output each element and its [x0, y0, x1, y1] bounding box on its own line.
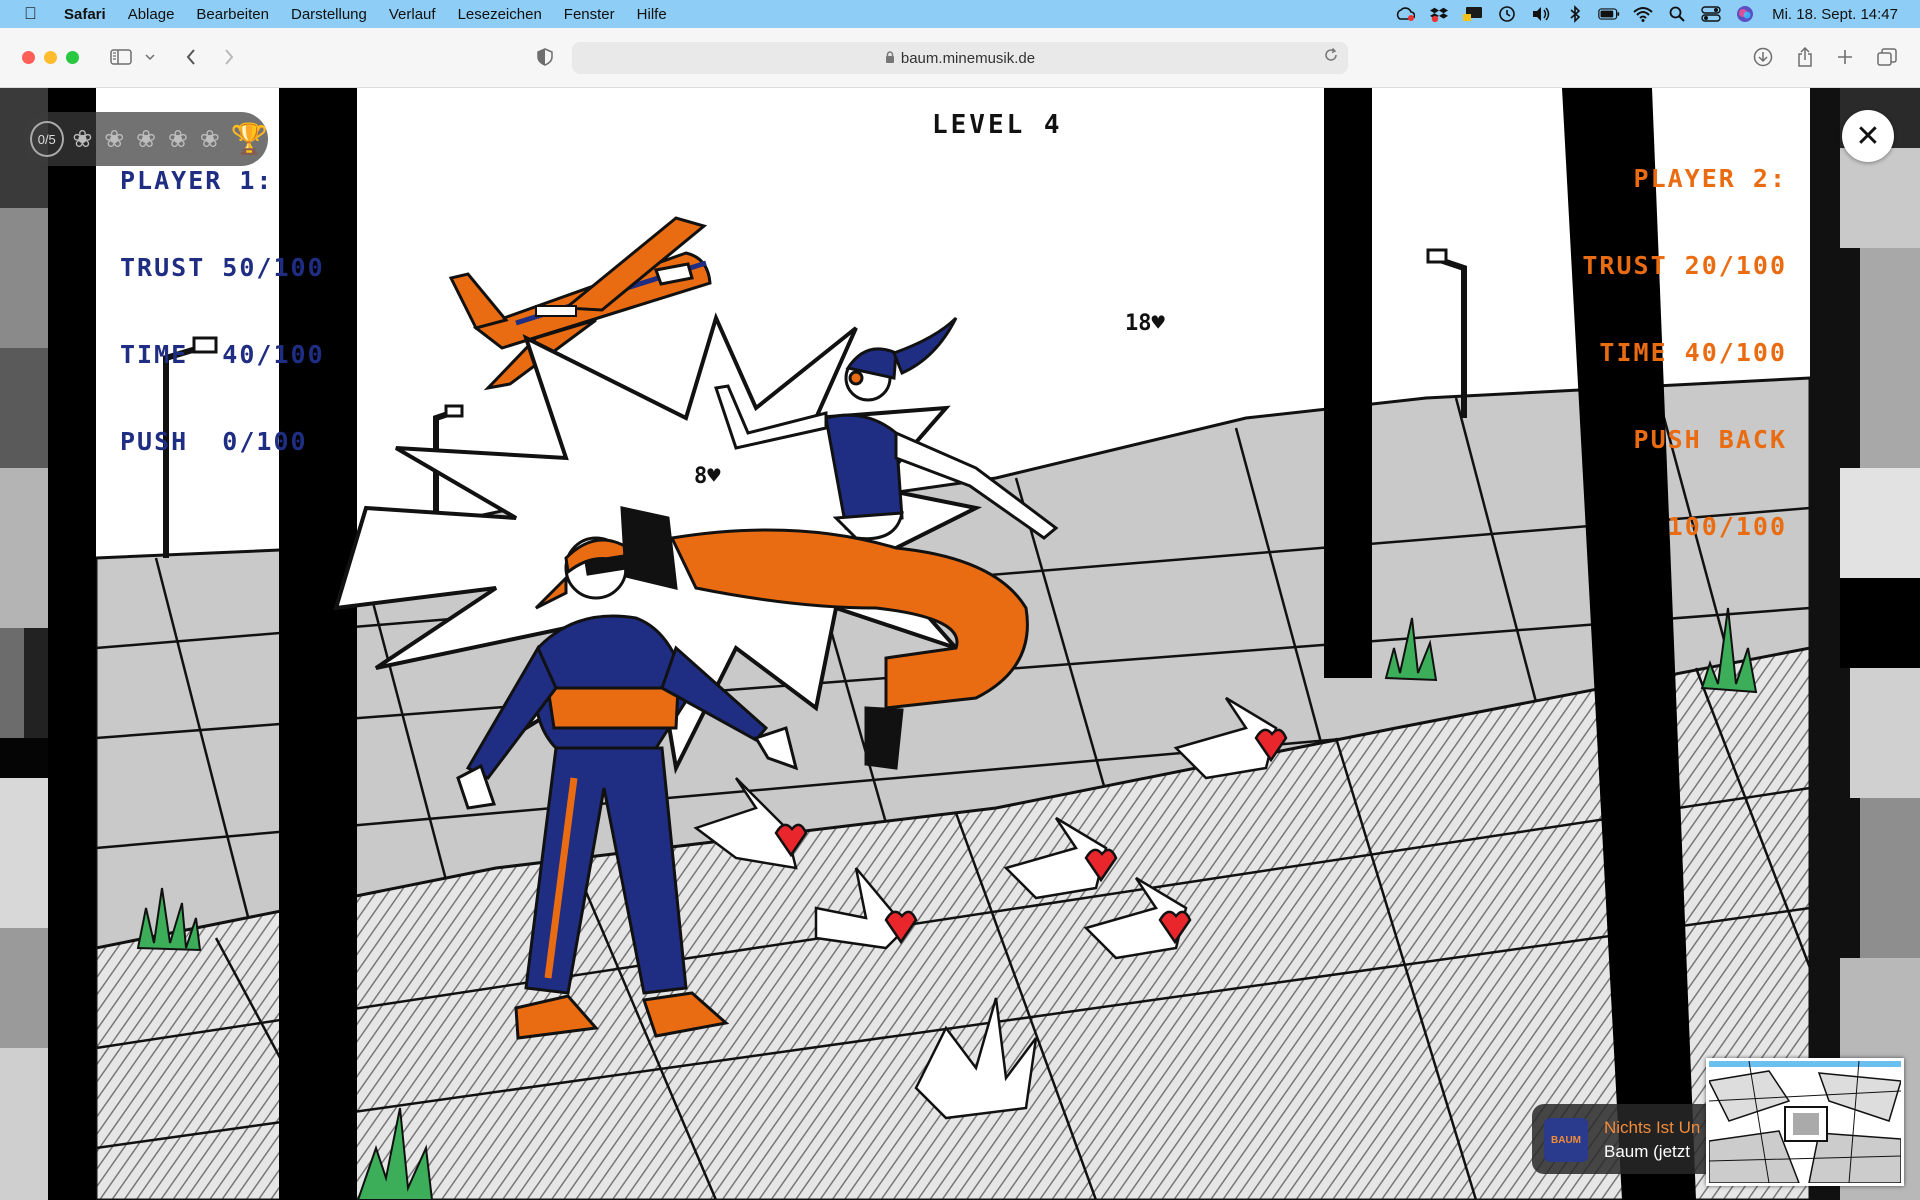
player1-time: TIME 40/100 — [120, 340, 325, 369]
menu-bar:  Safari Ablage Bearbeiten Darstellung V… — [0, 0, 1920, 28]
reload-icon[interactable] — [1324, 47, 1338, 67]
menu-hilfe[interactable]: Hilfe — [637, 6, 667, 23]
feather-icon: ❀ — [136, 125, 157, 153]
feather-icon: ❀ — [72, 125, 93, 153]
now-playing-widget[interactable]: BAUM Nichts Ist Un Baum (jetzt — [1532, 1104, 1722, 1174]
web-content: PLAYER 1: TRUST 50/100 TIME 40/100 PUSH … — [0, 88, 1920, 1200]
close-icon: ✕ — [1855, 119, 1881, 153]
bluetooth-icon[interactable] — [1564, 5, 1586, 23]
menu-fenster[interactable]: Fenster — [564, 6, 615, 23]
feather-icon: ❀ — [167, 125, 188, 153]
pixelated-background-left — [0, 88, 96, 1200]
downloads-icon[interactable] — [1748, 42, 1778, 72]
lock-icon — [885, 50, 895, 66]
pillar — [1324, 88, 1372, 678]
feather-icon: ❀ — [104, 125, 125, 153]
feather-icon: ❀ — [199, 125, 220, 153]
menu-bearbeiten[interactable]: Bearbeiten — [196, 6, 269, 23]
player1-hp: 8 — [694, 464, 708, 489]
player1-title: PLAYER 1: — [120, 166, 274, 195]
player2-title: PLAYER 2: — [1633, 164, 1787, 193]
level-indicator: LEVEL 4 — [932, 110, 1063, 140]
progress-count: 0/5 — [30, 121, 64, 157]
player2-hud: PLAYER 2: TRUST 20/100 TIME 40/100 PUSH … — [1582, 106, 1787, 599]
player1-push: PUSH 0/100 — [120, 427, 308, 456]
control-center-icon[interactable] — [1700, 5, 1722, 23]
tab-group-chevron-down-icon[interactable] — [136, 42, 164, 72]
dropbox-icon[interactable] — [1428, 5, 1450, 23]
menu-app-safari[interactable]: Safari — [64, 6, 106, 23]
apple-menu-icon[interactable]:  — [24, 4, 42, 24]
player1-hud: PLAYER 1: TRUST 50/100 TIME 40/100 PUSH … — [120, 108, 325, 514]
now-playing-subtitle[interactable]: Baum (jetzt — [1604, 1142, 1690, 1162]
status-area: Mi. 18. Sept. 14:47 — [1382, 0, 1898, 28]
player2-hp-label: 18♥ — [1125, 311, 1165, 336]
time-machine-icon[interactable] — [1496, 5, 1518, 23]
window-fullscreen-button[interactable] — [66, 51, 79, 64]
now-playing-title: Nichts Ist Un — [1604, 1118, 1701, 1137]
thumbnail-image — [1709, 1061, 1901, 1183]
menu-verlauf[interactable]: Verlauf — [389, 6, 436, 23]
siri-icon[interactable] — [1734, 5, 1756, 23]
new-tab-icon[interactable] — [1830, 42, 1860, 72]
player2-push: PUSH BACK — [1633, 425, 1787, 454]
cast-icon[interactable] — [1462, 5, 1484, 23]
share-icon[interactable] — [1790, 42, 1820, 72]
forward-chevron-icon[interactable] — [214, 42, 244, 72]
creative-cloud-icon[interactable] — [1394, 5, 1416, 23]
close-button[interactable]: ✕ — [1842, 110, 1894, 162]
scene-thumbnail[interactable] — [1706, 1058, 1904, 1186]
privacy-shield-icon[interactable] — [530, 42, 560, 72]
trophy-icon: 🏆 — [230, 122, 269, 156]
window-close-button[interactable] — [22, 51, 35, 64]
player1-trust: TRUST 50/100 — [120, 253, 325, 282]
url-text: baum.minemusik.de — [900, 49, 1036, 67]
player2-trust: TRUST 20/100 — [1582, 251, 1787, 280]
game-scene[interactable] — [96, 88, 1810, 1200]
window-minimize-button[interactable] — [44, 51, 57, 64]
spotlight-icon[interactable] — [1666, 5, 1688, 23]
battery-icon[interactable] — [1598, 5, 1620, 23]
player1-hp-label: 8♥ — [694, 464, 721, 489]
menu-darstellung[interactable]: Darstellung — [291, 6, 367, 23]
player2-push-value: 100/100 — [1667, 512, 1787, 541]
back-chevron-icon[interactable] — [176, 42, 206, 72]
wifi-icon[interactable] — [1632, 5, 1654, 23]
heart-icon: ♥ — [1151, 311, 1165, 336]
address-bar[interactable]: baum.minemusik.de — [572, 42, 1348, 74]
menu-clock[interactable]: Mi. 18. Sept. 14:47 — [1772, 6, 1898, 23]
menu-lesezeichen[interactable]: Lesezeichen — [458, 6, 542, 23]
tab-overview-icon[interactable] — [1872, 42, 1902, 72]
album-cover: BAUM — [1544, 1118, 1588, 1162]
player2-time: TIME 40/100 — [1599, 338, 1787, 367]
sidebar-toggle-icon[interactable] — [106, 42, 136, 72]
player2-hp: 18 — [1125, 311, 1152, 336]
browser-toolbar: baum.minemusik.de — [0, 28, 1920, 88]
progress-overlay[interactable]: 0/5 ❀ ❀ ❀ ❀ ❀ 🏆 — [22, 112, 268, 166]
volume-icon[interactable] — [1530, 5, 1552, 23]
heart-icon: ♥ — [707, 464, 721, 489]
pixelated-background-right — [1810, 88, 1920, 1200]
menu-ablage[interactable]: Ablage — [128, 6, 175, 23]
